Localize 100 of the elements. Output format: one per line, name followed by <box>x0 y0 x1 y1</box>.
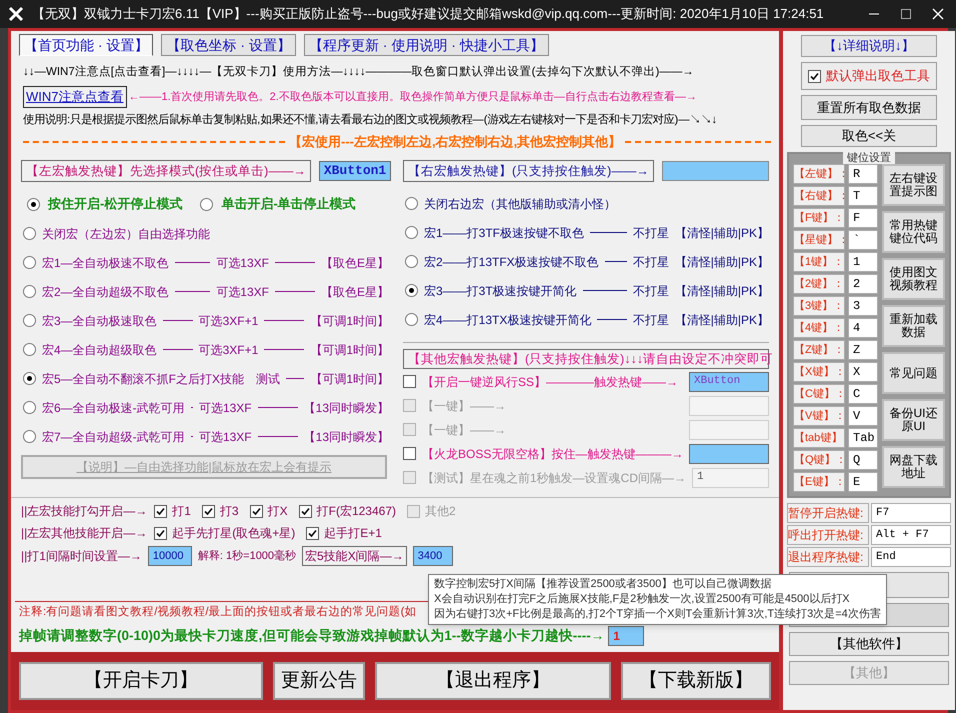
radio-button[interactable] <box>405 284 418 297</box>
key-panel-button[interactable]: 常用热键键位代码 <box>882 211 945 253</box>
option-tag: 【清怪|辅助|PK】 <box>674 252 769 270</box>
mode-label: 单击开启-单击停止模式 <box>221 195 356 214</box>
checkbox-label: 打X <box>268 503 288 520</box>
radio-button[interactable] <box>405 226 418 239</box>
input-field[interactable] <box>689 444 769 464</box>
key-label: 【F键】： <box>793 208 845 228</box>
input-field[interactable]: F <box>848 208 878 228</box>
input-field[interactable] <box>662 161 769 181</box>
mode-label: 按住开启-松开停止模式 <box>48 195 182 214</box>
radio-button[interactable] <box>200 198 214 210</box>
radio-button[interactable] <box>23 343 36 356</box>
key-panel-button[interactable]: 网盘下载地址 <box>882 446 945 488</box>
frame-drop-text: 掉帧请调整数字(0-10)0为最快卡刀速度,但可能会导致游戏掉帧默认为1--数字越小卡刀越快----→ <box>19 626 604 645</box>
option-label: 关闭宏（左边宏）自由选择功能 <box>42 226 210 242</box>
checkbox[interactable] <box>403 375 416 388</box>
x-interval-label: 宏5技能X间隔—→ <box>302 546 407 566</box>
close-icon[interactable] <box>932 8 944 20</box>
hotkey-label: 【左宏触发热键】先选择模式(按住或单击)——→ <box>21 160 311 182</box>
radio-button[interactable] <box>405 197 418 210</box>
checkbox[interactable] <box>306 526 320 540</box>
input-field[interactable]: C <box>848 384 878 404</box>
input-field[interactable]: Alt + F7 <box>871 525 951 545</box>
checkbox[interactable] <box>154 504 168 518</box>
input-field[interactable]: X <box>848 362 878 382</box>
option-tag: 【可调1时间】 <box>310 312 389 330</box>
panel-title: 键位设置 <box>843 152 895 164</box>
radio-button[interactable] <box>405 313 418 326</box>
input-field[interactable]: V <box>848 406 878 426</box>
checkbox[interactable] <box>250 504 263 518</box>
tab[interactable]: 【程序更新 · 使用说明 · 快捷小工具】 <box>304 34 549 56</box>
key-panel-button[interactable]: 常见问题 <box>882 352 945 394</box>
section-title: 【宏使用---左宏控制左边,右宏控制右边,其他宏控制其他】 <box>289 133 622 152</box>
bottom-button[interactable]: 【下载新版】 <box>621 662 771 700</box>
input-field[interactable]: End <box>871 547 951 567</box>
option-tag: 【可调1时间】 <box>310 340 389 358</box>
radio-button[interactable] <box>23 314 36 327</box>
checkbox[interactable] <box>808 70 821 82</box>
radio-button[interactable] <box>23 430 36 443</box>
radio-button[interactable] <box>27 198 40 210</box>
option-tag: 【可调1时间】 <box>310 370 389 388</box>
radio-button[interactable] <box>23 256 36 269</box>
tab[interactable]: 【取色坐标 · 设置】 <box>161 34 296 56</box>
input-field[interactable]: ` <box>848 230 878 250</box>
input-field[interactable]: E <box>848 472 878 492</box>
sidebar-button[interactable]: 【↓详细说明↓】 <box>801 35 937 57</box>
input-field[interactable]: R <box>848 164 878 184</box>
tab[interactable]: 【首页功能 · 设置】 <box>19 34 154 56</box>
option-note: 可选3XF+1 <box>198 312 258 330</box>
sidebar-button[interactable]: 【其他软件】 <box>789 632 949 656</box>
checkbox[interactable] <box>154 526 168 540</box>
option-label: 宏1—全自动极速不取色 <box>42 254 169 272</box>
radio-button[interactable] <box>23 285 36 298</box>
radio-button[interactable] <box>23 372 36 385</box>
checkbox-label: 打3 <box>220 503 239 520</box>
win7-link[interactable]: WIN7注意点查看 <box>23 86 126 108</box>
key-panel-button[interactable]: 使用图文视频教程 <box>882 258 945 300</box>
option-tag: 【清怪|辅助|PK】 <box>674 310 769 328</box>
option-note: 不打星 <box>632 282 669 300</box>
bottom-button[interactable]: 更新公告 <box>273 662 365 700</box>
hotkey-option-label: 【测试】星在魂之前1秒触发—设置魂CD间隔—→ <box>422 470 686 486</box>
option-note: 不打星 <box>632 312 669 328</box>
input-field[interactable]: Q <box>848 450 878 470</box>
input-field[interactable]: 2 <box>848 274 878 294</box>
input-field[interactable]: 4 <box>848 318 878 338</box>
key-panel-button[interactable]: 备份UI还原UI <box>882 399 945 441</box>
input-field[interactable]: XButton1 <box>318 161 392 181</box>
sidebar-button[interactable]: 取色<<关 <box>801 125 937 147</box>
hotkey-label: 退出程序热键: <box>787 547 869 567</box>
input-field[interactable]: 1 <box>848 252 878 272</box>
option-label: 宏4——打13TX极速按键开简化 <box>424 312 592 328</box>
input-field[interactable]: 3400 <box>412 546 453 566</box>
maximize-icon[interactable] <box>900 8 912 20</box>
checkbox-label: 起手打E+1 <box>324 525 382 542</box>
radio-button[interactable] <box>23 401 36 414</box>
checkbox[interactable] <box>298 504 312 518</box>
sidebar-button[interactable]: 重置所有取色数据 <box>801 95 937 120</box>
input-field[interactable]: Z <box>848 340 878 360</box>
tooltip-text: 因为右键打3次+F比例是最高的,打2个T穿插一个X则T会重新计算3次,T连续打3次是=4次伤害 <box>434 607 881 622</box>
option-tag: 【清怪|辅助|PK】 <box>674 282 769 300</box>
bottom-button[interactable]: 【退出程序】 <box>375 662 611 700</box>
input-field[interactable]: T <box>848 186 878 206</box>
option-label: 宏2——打13TFX极速按键不取色 <box>424 254 599 270</box>
input-field[interactable]: 3 <box>848 296 878 316</box>
option-label: 宏2—全自动超级不取色 <box>42 284 169 300</box>
radio-button[interactable] <box>23 227 36 240</box>
bottom-button[interactable]: 【开启卡刀】 <box>19 662 263 700</box>
checkbox-label: 其他2 <box>425 503 456 520</box>
key-label: 【右键】： <box>793 186 845 206</box>
key-panel-button[interactable]: 重新加载数据 <box>882 305 945 347</box>
key-panel-button[interactable]: 左右键设置提示图 <box>882 164 945 206</box>
option-label: 宏3——打3T极速按键开简化 <box>424 282 577 300</box>
checkbox[interactable] <box>403 447 416 460</box>
checkbox[interactable] <box>202 504 215 518</box>
option-note: 不打星 <box>632 254 669 270</box>
input-field[interactable]: 10000 <box>148 546 192 566</box>
input-field[interactable]: Tab <box>848 428 878 448</box>
radio-button[interactable] <box>405 255 418 268</box>
input-field[interactable]: F7 <box>871 503 951 523</box>
